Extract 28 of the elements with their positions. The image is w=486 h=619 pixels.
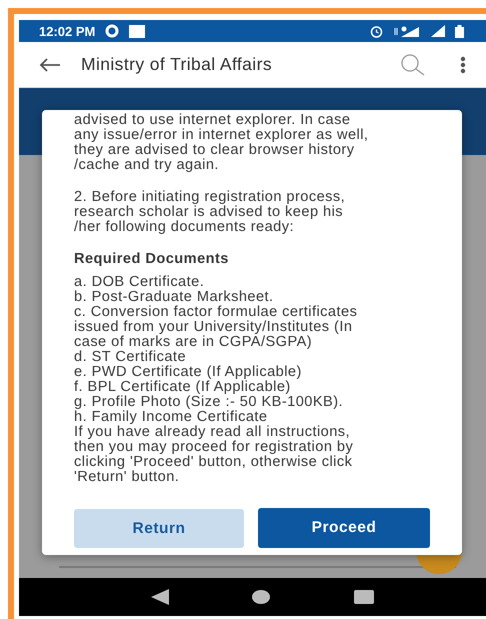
battery-icon: [455, 24, 464, 38]
closing-paragraph: If you have already read all instructions, then you may proceed for registration by clicking 'Proceed' button, otherwise click 'Return' button.: [74, 425, 354, 485]
back-arrow-icon[interactable]: [39, 56, 61, 72]
document-item: e. PWD Certificate (If Applicable): [74, 365, 303, 380]
recents-nav-icon[interactable]: [354, 590, 374, 604]
section-heading: Required Documents: [74, 252, 230, 267]
instruction-paragraph: 2. Before initiating registration process, research scholar is advised to keep his /her following documents ready:: [74, 190, 346, 235]
document-item: b. Post-Graduate Marksheet.: [74, 290, 275, 305]
back-nav-icon[interactable]: [150, 589, 169, 605]
instruction-paragraph: advised to use internet explorer. In case any issue/error in internet explorer as well, they are advised to clear browser history /cache and try again.: [74, 113, 370, 173]
notification-icon: [129, 24, 146, 38]
proceed-button[interactable]: Proceed: [258, 508, 430, 548]
ring-icon: [105, 24, 120, 38]
more-menu-icon[interactable]: [460, 56, 466, 74]
document-item: f. BPL Certificate (If Applicable): [74, 380, 291, 395]
signal-icon: [431, 25, 445, 37]
document-item: g. Profile Photo (Size :- 50 KB-100KB).: [74, 395, 344, 410]
status-time: 12:02 PM: [39, 24, 96, 38]
search-icon[interactable]: [400, 52, 426, 76]
return-button[interactable]: Return: [74, 509, 244, 548]
mobile-data-icon: [393, 24, 421, 38]
document-item: d. ST Certificate: [74, 350, 188, 365]
alarm-icon: [370, 24, 383, 38]
app-title: Ministry of Tribal Affairs: [81, 54, 272, 75]
document-item: a. DOB Certificate.: [74, 275, 206, 290]
document-item: c. Conversion factor formulae certificates issued from your University/Institutes (In case of marks are in CGPA/SGPA): [74, 305, 358, 350]
home-nav-icon[interactable]: [252, 590, 270, 604]
document-item: h. Family Income Certificate: [74, 410, 268, 425]
